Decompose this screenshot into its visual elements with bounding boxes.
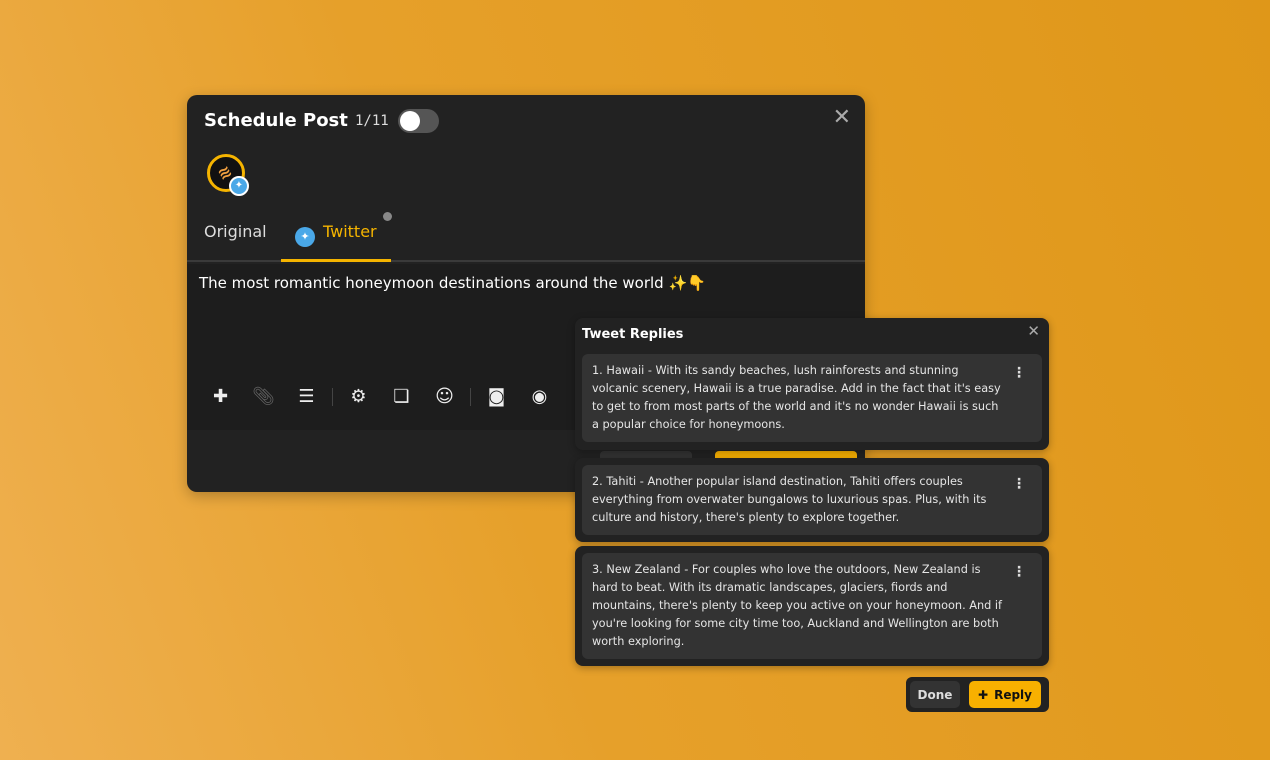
tab-label: Twitter [323,222,377,241]
twitter-icon: ✦ [229,176,249,196]
more-options-icon[interactable]: ⋮ [1012,475,1026,493]
reply-container: 3. New Zealand - For couples who love th… [575,546,1049,666]
more-options-icon[interactable]: ⋮ [1012,364,1026,382]
toggle-switch[interactable] [398,109,439,133]
status-dot [383,212,392,221]
editor-toolbar: ✚ 📎︎ ☰ ⚙ ❏ ☺ ◙ ◉ [199,386,561,407]
add-reply-button[interactable]: ✚ Reply [969,681,1041,708]
reply-card[interactable]: 1. Hawaii - With its sandy beaches, lush… [582,354,1042,442]
divider [470,387,471,406]
tabs: Original ✦ Twitter [187,208,865,262]
emoji-icon[interactable]: ☺ [423,386,466,407]
reply-container: 2. Tahiti - Another popular island desti… [575,458,1049,542]
close-icon[interactable]: ✕ [833,105,851,130]
divider [332,387,333,406]
reply-card[interactable]: 2. Tahiti - Another popular island desti… [582,465,1042,535]
post-text[interactable]: The most romantic honeymoon destinations… [199,274,706,292]
reply-text[interactable]: 2. Tahiti - Another popular island desti… [592,475,986,524]
attachment-icon[interactable]: 📎︎ [242,386,285,407]
reply-label: Reply [994,687,1032,702]
reply-actions: Done ✚ Reply [906,677,1049,712]
twitter-icon: ✦ [295,227,315,247]
tab-twitter[interactable]: ✦ Twitter [281,222,391,262]
plus-icon: ✚ [978,687,989,702]
reply-text[interactable]: 3. New Zealand - For couples who love th… [592,563,1002,648]
post-counter: 1/11 [355,113,389,129]
done-button[interactable]: Done [910,681,960,708]
tab-original[interactable]: Original [204,222,267,241]
scroll-icon[interactable]: ❏ [380,386,423,407]
camera-icon[interactable]: ◙ [475,386,518,407]
panel-title: Tweet Replies [582,327,684,342]
reply-text[interactable]: 1. Hawaii - With its sandy beaches, lush… [592,364,1001,431]
tweet-replies-panel: Tweet Replies ✕ 1. Hawaii - With its san… [575,318,1049,450]
avatar[interactable]: ≋ ✦ [207,154,249,196]
modal-title: Schedule Post [204,110,348,131]
reply-card[interactable]: 3. New Zealand - For couples who love th… [582,553,1042,659]
align-icon[interactable]: ☰ [285,386,328,407]
close-icon[interactable]: ✕ [1027,322,1040,340]
more-options-icon[interactable]: ⋮ [1012,563,1026,581]
robot-icon[interactable]: ⚙ [337,386,380,407]
eye-icon[interactable]: ◉ [518,386,561,407]
plus-icon[interactable]: ✚ [199,386,242,407]
